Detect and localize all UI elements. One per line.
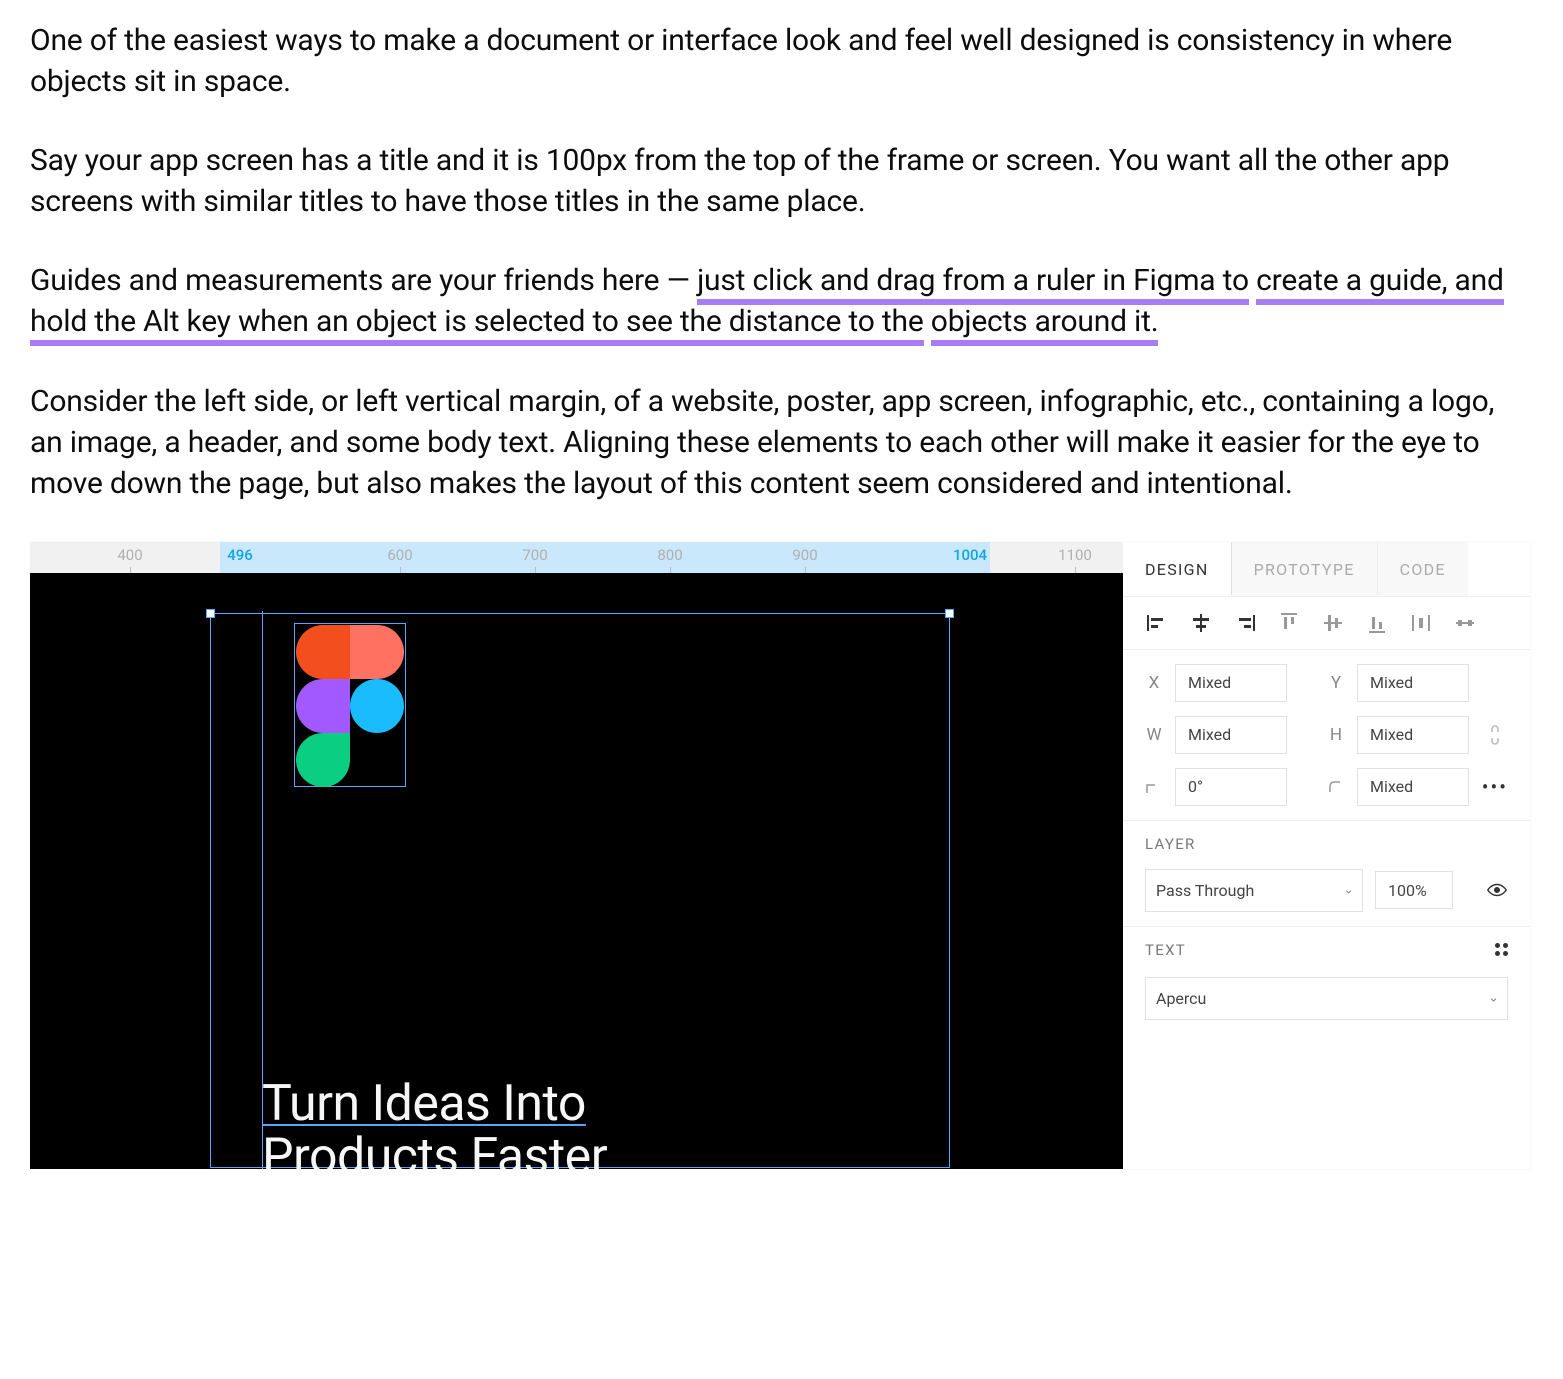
- figma-screenshot: 400 496 600 700 800 900 1004 1100: [30, 542, 1530, 1169]
- layer-title: LAYER: [1145, 835, 1508, 853]
- horizontal-ruler[interactable]: 400 496 600 700 800 900 1004 1100: [30, 542, 1123, 573]
- ruler-tick-label: 700: [522, 546, 547, 564]
- style-options-icon[interactable]: [1495, 943, 1508, 956]
- ruler-tick-label: 800: [657, 546, 682, 564]
- ruler-tick-label: 1100: [1058, 546, 1092, 564]
- rotation-icon: [1145, 779, 1163, 795]
- opacity-field[interactable]: 100%: [1375, 871, 1453, 909]
- font-family-select[interactable]: Apercu ⌄: [1145, 977, 1508, 1020]
- ruler-tick-label: 900: [792, 546, 817, 564]
- canvas-text-layer[interactable]: Turn Ideas Into Products Faster: [262, 1078, 607, 1169]
- ruler-tick-label: 1004: [953, 546, 987, 564]
- chevron-down-icon: ⌄: [1488, 991, 1499, 1006]
- align-top-icon[interactable]: [1277, 611, 1301, 635]
- label-h: H: [1327, 725, 1345, 745]
- tab-code[interactable]: CODE: [1378, 542, 1468, 596]
- figma-logo[interactable]: [296, 625, 404, 786]
- layer-section: LAYER Pass Through ⌄ 100%: [1123, 821, 1530, 927]
- ruler-tick-label: 400: [117, 546, 142, 564]
- constrain-proportions-icon[interactable]: [1487, 725, 1503, 745]
- highlighted-text: objects around it.: [931, 304, 1159, 346]
- rotation-field[interactable]: 0°: [1175, 768, 1287, 806]
- label-w: W: [1145, 725, 1163, 745]
- align-right-icon[interactable]: [1233, 611, 1257, 635]
- chevron-down-icon: ⌄: [1343, 883, 1354, 898]
- corner-radius-icon: [1327, 779, 1345, 795]
- visibility-icon[interactable]: [1486, 879, 1508, 901]
- corner-radius-field[interactable]: Mixed: [1357, 768, 1469, 806]
- align-tools: [1123, 597, 1530, 650]
- design-canvas[interactable]: Turn Ideas Into Products Faster: [30, 573, 1123, 1169]
- distribute-h-icon[interactable]: [1409, 611, 1433, 635]
- more-options-icon[interactable]: •••: [1482, 775, 1508, 799]
- align-center-h-icon[interactable]: [1189, 611, 1213, 635]
- highlighted-text: just click and drag from a ruler in Figm…: [697, 263, 1249, 305]
- blend-mode-select[interactable]: Pass Through ⌄: [1145, 869, 1363, 912]
- text-title: TEXT: [1145, 941, 1186, 959]
- article-body: One of the easiest ways to make a docume…: [30, 20, 1533, 504]
- y-field[interactable]: Mixed: [1357, 664, 1469, 702]
- position-section: X Mixed Y Mixed W Mixed H Mixed: [1123, 650, 1530, 821]
- align-center-v-icon[interactable]: [1321, 611, 1345, 635]
- ruler-tick-label: 496: [227, 546, 253, 564]
- align-bottom-icon[interactable]: [1365, 611, 1389, 635]
- h-field[interactable]: Mixed: [1357, 716, 1469, 754]
- w-field[interactable]: Mixed: [1175, 716, 1287, 754]
- paragraph-highlighted: Guides and measurements are your friends…: [30, 260, 1533, 342]
- paragraph: One of the easiest ways to make a docume…: [30, 20, 1533, 102]
- paragraph: Consider the left side, or left vertical…: [30, 381, 1533, 504]
- label-x: X: [1145, 673, 1163, 693]
- paragraph: Say your app screen has a title and it i…: [30, 140, 1533, 222]
- tab-prototype[interactable]: PROTOTYPE: [1232, 542, 1378, 596]
- ruler-tick-label: 600: [387, 546, 412, 564]
- canvas-column: 400 496 600 700 800 900 1004 1100: [30, 542, 1123, 1169]
- text-section: TEXT Apercu ⌄: [1123, 927, 1530, 1034]
- tidy-up-icon[interactable]: [1453, 611, 1477, 635]
- label-y: Y: [1327, 673, 1345, 693]
- x-field[interactable]: Mixed: [1175, 664, 1287, 702]
- properties-panel: DESIGN PROTOTYPE CODE X: [1123, 542, 1530, 1169]
- align-left-icon[interactable]: [1145, 611, 1169, 635]
- tab-design[interactable]: DESIGN: [1123, 542, 1232, 596]
- panel-tabs: DESIGN PROTOTYPE CODE: [1123, 542, 1530, 597]
